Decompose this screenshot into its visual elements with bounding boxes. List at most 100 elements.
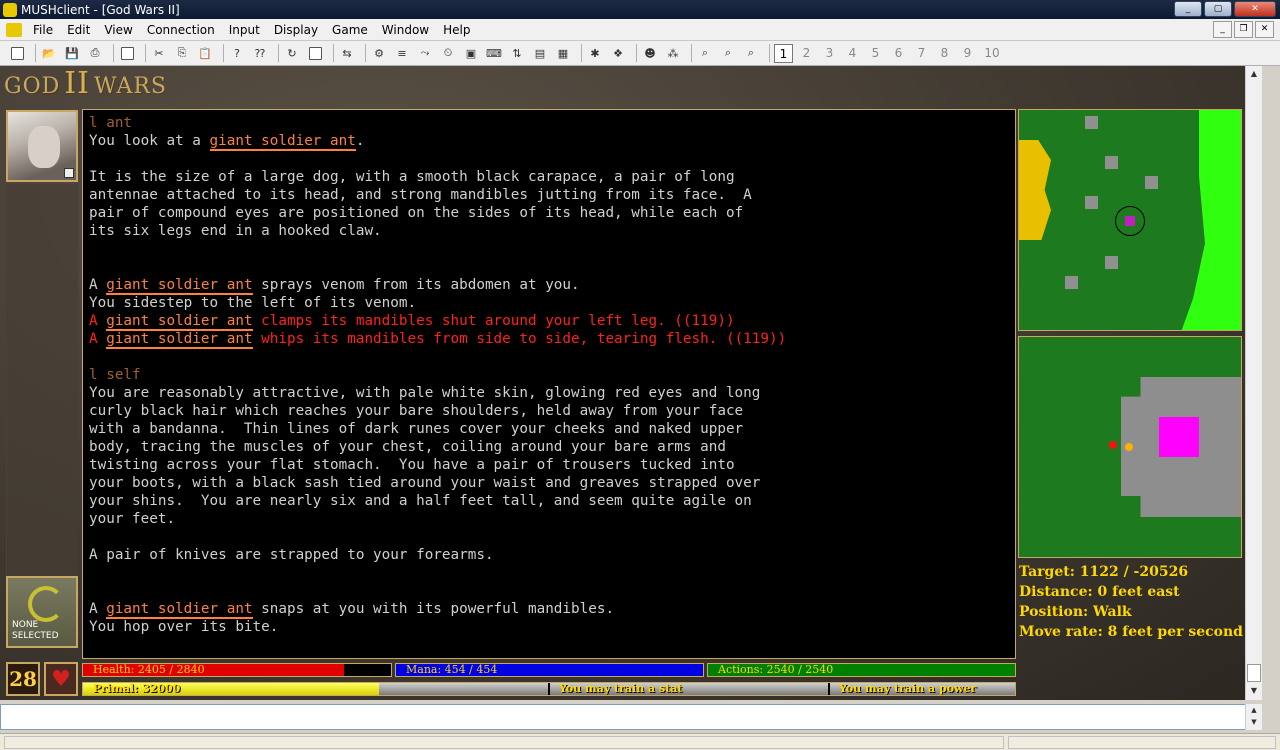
overview-map[interactable] [1018, 109, 1242, 331]
world-tab-4[interactable]: 4 [843, 44, 862, 63]
world-tab-3[interactable]: 3 [820, 44, 839, 63]
triggers-icon[interactable]: ≡ [393, 44, 411, 62]
logo-left: GOD [4, 74, 61, 99]
character-portrait[interactable] [6, 110, 78, 182]
menu-file[interactable]: File [26, 23, 60, 37]
output-window[interactable]: l ant You look at a giant soldier ant. It… [82, 109, 1016, 659]
target-readout: Target: 1122 / -20526 [1019, 564, 1189, 580]
world-icon[interactable] [6, 22, 22, 37]
timers-icon[interactable]: ⏲ [439, 44, 457, 62]
configure-icon[interactable]: ⚙ [370, 44, 388, 62]
command-scrollbar[interactable]: ▲ ▼ [1245, 704, 1262, 730]
grid-icon[interactable]: ▦ [554, 44, 572, 62]
world-tab-1[interactable]: 1 [774, 43, 793, 63]
distance-readout: Distance: 0 feet east [1019, 584, 1180, 600]
context-help-icon[interactable]: ⁇ [251, 44, 269, 62]
mob-name-link[interactable]: giant soldier ant [106, 313, 253, 331]
close-button[interactable]: ✕ [1234, 1, 1276, 17]
print-icon[interactable]: ⎙ [86, 44, 104, 62]
reconnect-icon[interactable]: ↻ [283, 44, 301, 62]
selected-target-panel[interactable]: NONE SELECTED [6, 576, 78, 648]
find-next-icon[interactable]: ⌕ [742, 44, 760, 62]
menu-window[interactable]: Window [375, 23, 436, 37]
health-label: Health: 2405 / 2840 [93, 663, 205, 676]
menu-help[interactable]: Help [436, 23, 477, 37]
plugins-icon[interactable]: ✱ [586, 44, 604, 62]
portrait-grid-icon[interactable] [64, 168, 74, 178]
output-text: sprays venom from its abdomen at you. [252, 277, 580, 293]
output-text: snaps at you with its powerful mandibles… [252, 601, 615, 617]
primal-bar: Primal: 32000 You may train a stat You m… [82, 682, 1016, 696]
mdi-minimize-button[interactable]: _ [1213, 21, 1232, 38]
bar-divider [828, 683, 830, 695]
find-icon[interactable]: ⌕ [696, 44, 714, 62]
world-tab-2[interactable]: 2 [797, 44, 816, 63]
menu-display[interactable]: Display [267, 23, 325, 37]
menu-view[interactable]: View [97, 23, 139, 37]
paste-icon[interactable]: 📋 [196, 44, 214, 62]
toolbar-separator [691, 44, 692, 62]
world-tab-5[interactable]: 5 [866, 44, 885, 63]
table-icon[interactable]: ▤ [531, 44, 549, 62]
mdi-close-button[interactable]: ✕ [1255, 21, 1274, 38]
command-input[interactable] [0, 704, 1262, 730]
mob-name-link[interactable]: giant soldier ant [106, 331, 253, 349]
footprints-icon[interactable]: ⁂ [664, 44, 682, 62]
output-text: A [89, 601, 107, 617]
minimize-button[interactable]: _ [1174, 1, 1202, 17]
output-scrollbar[interactable]: ▲ ▼ [1245, 66, 1262, 700]
scroll-up-icon[interactable]: ▲ [1246, 66, 1262, 82]
cut-icon[interactable]: ✂ [150, 44, 168, 62]
game-logo: GOD II WARS [4, 66, 167, 101]
output-line: A giant soldier ant snaps at you with it… [89, 600, 1009, 619]
menu-input[interactable]: Input [222, 23, 267, 37]
serpent-icon [28, 586, 64, 622]
preview-icon[interactable] [118, 44, 136, 62]
status-bar [0, 733, 1280, 750]
toolbar-separator [35, 44, 36, 62]
output-icon[interactable]: ▣ [462, 44, 480, 62]
maximize-button[interactable]: ▢ [1204, 1, 1232, 17]
scrollbar-thumb[interactable] [1247, 664, 1261, 682]
speedwalk-icon[interactable]: ☻ [641, 44, 659, 62]
health-bar: Health: 2405 / 2840 [82, 663, 392, 677]
scroll-down-icon[interactable]: ▼ [1246, 683, 1262, 699]
help-icon[interactable]: ? [228, 44, 246, 62]
world-window: GOD II WARS NONE SELECTED l ant You look at… [0, 66, 1245, 700]
find-again-icon[interactable]: ⌕ [719, 44, 737, 62]
world-tab-10[interactable]: 10 [981, 44, 1003, 63]
columns-icon[interactable]: ⇆ [338, 44, 356, 62]
scripts-icon[interactable]: ❖ [609, 44, 627, 62]
mob-name-link[interactable]: giant soldier ant [106, 601, 253, 619]
location-info: Target: 1122 / -20526 Distance: 0 feet e… [1019, 562, 1243, 642]
title-bar: MUSHclient - [God Wars II] _ ▢ ✕ [0, 0, 1280, 19]
level-badge: 28 [6, 662, 40, 696]
notes-icon[interactable] [306, 44, 324, 62]
new-world-icon[interactable] [8, 44, 26, 62]
output-line: with a bandanna. Thin lines of dark rune… [89, 421, 744, 437]
mob-name-link[interactable]: giant soldier ant [106, 277, 253, 295]
output-line: your boots, with a black sash tied aroun… [89, 475, 761, 491]
mob-name-link[interactable]: giant soldier ant [209, 133, 356, 151]
world-tab-9[interactable]: 9 [958, 44, 977, 63]
menu-game[interactable]: Game [325, 23, 375, 37]
world-tab-7[interactable]: 7 [912, 44, 931, 63]
local-map[interactable] [1018, 336, 1242, 558]
save-icon[interactable]: 💾 [63, 44, 81, 62]
copy-icon[interactable]: ⎘ [173, 44, 191, 62]
primal-label: Primal: 32000 [93, 682, 181, 695]
menu-edit[interactable]: Edit [60, 23, 97, 37]
world-tab-6[interactable]: 6 [889, 44, 908, 63]
mdi-restore-button[interactable]: ❐ [1234, 21, 1253, 38]
macros-icon[interactable]: ⌨ [485, 44, 503, 62]
open-icon[interactable]: 📂 [40, 44, 58, 62]
menu-connection[interactable]: Connection [140, 23, 222, 37]
aliases-icon[interactable]: ⤳ [416, 44, 434, 62]
sort-icon[interactable]: ⇅ [508, 44, 526, 62]
output-line: A giant soldier ant clamps its mandibles… [89, 312, 1009, 331]
world-tab-8[interactable]: 8 [935, 44, 954, 63]
output-line: your shins. You are nearly six and a hal… [89, 493, 752, 509]
